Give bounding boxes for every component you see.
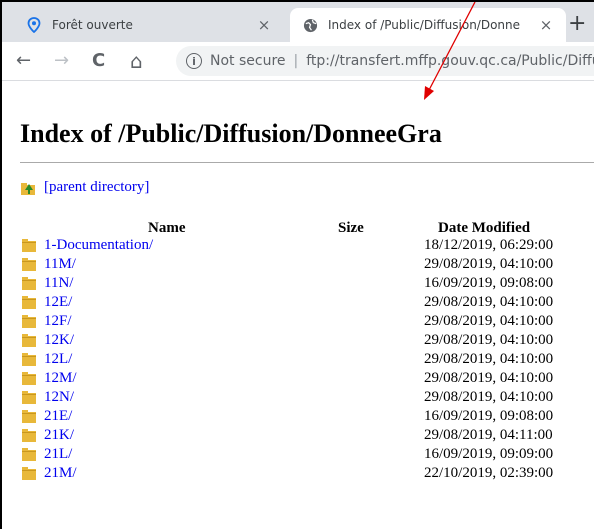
browser-window: Forêt ouverte × Index of /Public/Diffusi… <box>0 0 594 529</box>
annotation-arrow <box>424 2 476 100</box>
